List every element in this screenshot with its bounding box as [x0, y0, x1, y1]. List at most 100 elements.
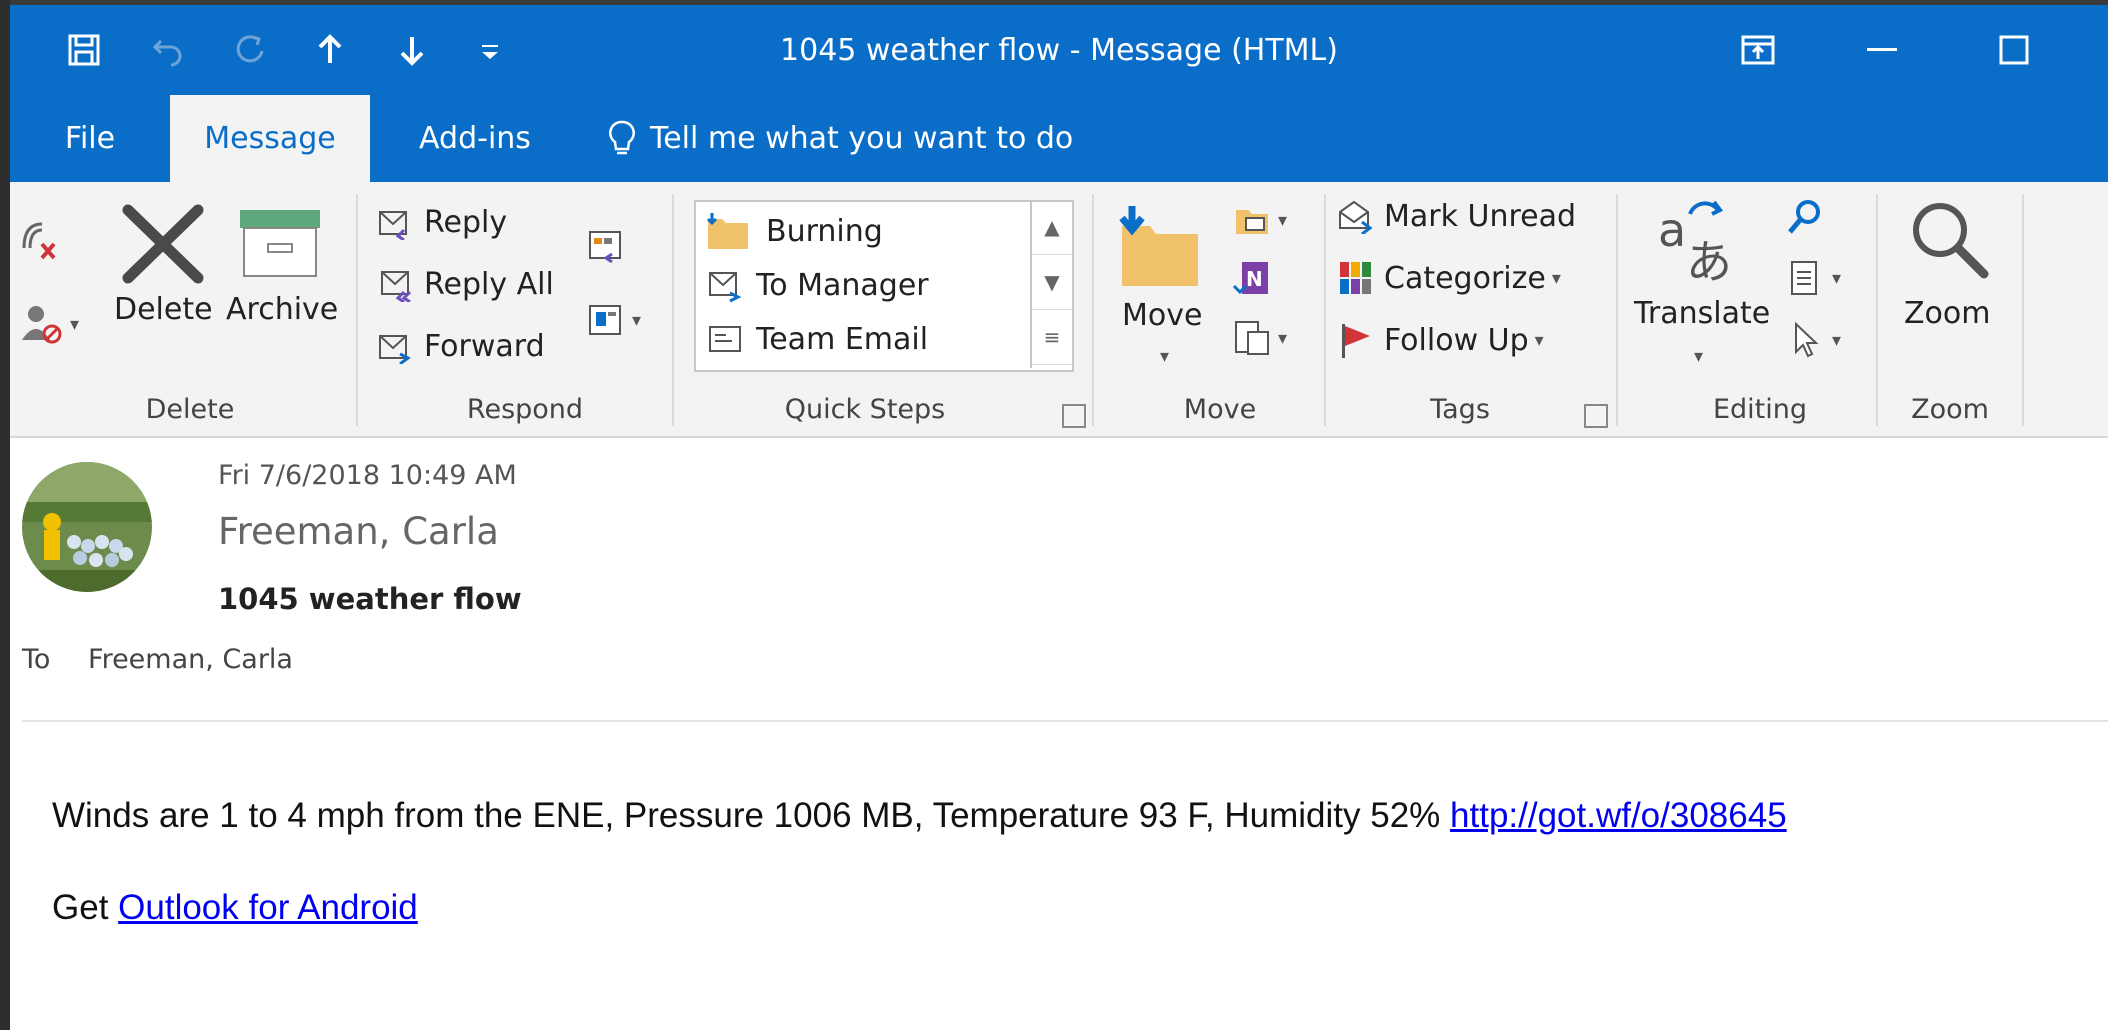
group-separator — [2022, 194, 2024, 426]
translate-dropdown-icon[interactable]: ▾ — [1694, 346, 1703, 367]
outlook-android-link[interactable]: Outlook for Android — [118, 888, 418, 927]
window-frame-left — [0, 0, 10, 1030]
translate-icon: aあ — [1658, 200, 1732, 289]
to-label: To — [22, 644, 51, 675]
quick-step-label: Burning — [766, 213, 883, 249]
magnifier-icon — [1913, 203, 1989, 279]
ignore-icon[interactable] — [20, 218, 64, 266]
mark-unread-button[interactable]: Mark Unread — [1336, 196, 1576, 236]
message-sender[interactable]: Freeman, Carla — [218, 510, 499, 553]
tags-launcher-icon[interactable] — [1584, 404, 1608, 428]
ribbon-tab-row: File Message Add-ins Tell me what you wa… — [10, 95, 2108, 182]
group-label-respond: Respond — [466, 394, 584, 425]
forward-button[interactable]: Forward — [376, 326, 545, 366]
group-separator — [1324, 194, 1326, 426]
onenote-icon[interactable]: N — [1232, 258, 1272, 302]
group-label-zoom: Zoom — [1911, 394, 1989, 425]
weather-link[interactable]: http://got.wf/o/308645 — [1450, 796, 1787, 835]
group-separator — [356, 194, 358, 426]
tab-message[interactable]: Message — [170, 95, 370, 182]
tell-me-label: Tell me what you want to do — [650, 121, 1074, 156]
more-respond-icon[interactable]: ▾ — [586, 300, 641, 340]
group-separator — [1616, 194, 1618, 426]
translate-label: Translate — [1634, 296, 1771, 331]
group-separator — [1876, 194, 1878, 426]
up-arrow-icon[interactable] — [308, 25, 352, 75]
minimize-icon[interactable] — [1842, 20, 1922, 80]
message-recipient[interactable]: Freeman, Carla — [88, 644, 293, 675]
reply-icon — [379, 211, 407, 240]
rules-icon[interactable]: ▾ — [1232, 200, 1287, 240]
forward-label: Forward — [424, 328, 545, 364]
reply-all-label: Reply All — [424, 266, 554, 302]
zoom-label: Zoom — [1904, 296, 1991, 331]
select-cursor-icon[interactable]: ▾ — [1786, 320, 1841, 360]
junk-icon[interactable]: ▾ — [20, 302, 79, 346]
tell-me-search[interactable]: Tell me what you want to do — [608, 95, 1073, 182]
scroll-up-icon[interactable]: ▲ — [1032, 200, 1072, 255]
message-signature: Get Outlook for Android — [52, 888, 418, 928]
svg-text:N: N — [1246, 267, 1263, 291]
maximize-icon[interactable] — [1974, 20, 2054, 80]
mark-unread-label: Mark Unread — [1384, 198, 1577, 234]
undo-icon[interactable] — [146, 25, 190, 75]
down-arrow-icon[interactable] — [390, 25, 434, 75]
save-icon[interactable] — [62, 25, 106, 75]
mark-unread-icon — [1339, 200, 1373, 234]
group-separator — [672, 194, 674, 426]
forward-icon — [379, 335, 411, 364]
archive-label: Archive — [226, 292, 339, 327]
reply-all-button[interactable]: Reply All — [376, 264, 554, 304]
ribbon-display-options-icon[interactable] — [1718, 20, 1798, 80]
reply-button[interactable]: Reply — [376, 202, 507, 242]
signature-prefix: Get — [52, 888, 109, 927]
group-label-quick-steps: Quick Steps — [784, 394, 946, 425]
group-separator — [1092, 194, 1094, 426]
move-label: Move — [1122, 298, 1203, 333]
message-body-line: Winds are 1 to 4 mph from the ENE, Press… — [52, 796, 1787, 836]
find-icon[interactable] — [1786, 198, 1826, 242]
translate-button[interactable]: aあ — [1656, 196, 1740, 290]
message-body-text: Winds are 1 to 4 mph from the ENE, Press… — [52, 796, 1441, 835]
svg-text:あ: あ — [1686, 235, 1732, 286]
actions-icon[interactable]: ▾ — [1232, 318, 1287, 358]
quick-step-to-manager[interactable]: To Manager — [706, 260, 929, 310]
tab-add-ins[interactable]: Add-ins — [390, 95, 560, 182]
header-divider — [22, 720, 2108, 722]
archive-button[interactable] — [238, 208, 322, 282]
delete-label: Delete — [114, 292, 213, 327]
quick-steps-launcher-icon[interactable] — [1062, 404, 1086, 428]
avatar — [22, 462, 152, 592]
group-label-tags: Tags — [1430, 394, 1490, 425]
delete-icon — [122, 204, 204, 284]
group-label-move: Move — [1183, 394, 1257, 425]
reply-label: Reply — [424, 204, 508, 240]
follow-up-button[interactable]: Follow Up ▾ — [1336, 320, 1544, 360]
scroll-down-icon[interactable]: ▼ — [1032, 255, 1072, 310]
related-icon[interactable]: ▾ — [1786, 258, 1841, 298]
quick-step-burning[interactable]: Burning — [706, 206, 883, 256]
meeting-icon[interactable] — [586, 224, 626, 268]
delete-button[interactable] — [118, 204, 208, 288]
tab-file[interactable]: File — [30, 95, 150, 182]
customize-icon[interactable] — [468, 25, 512, 75]
quick-step-team-email[interactable]: Team Email — [706, 314, 928, 364]
gallery-more-icon[interactable]: ≡ — [1032, 310, 1072, 365]
quick-steps-scroller: ▲ ▼ ≡ — [1030, 200, 1072, 368]
zoom-button[interactable] — [1908, 198, 1992, 286]
group-label-editing: Editing — [1712, 394, 1808, 425]
reply-all-icon — [381, 271, 412, 302]
categorize-button[interactable]: Categorize ▾ — [1336, 258, 1561, 298]
move-dropdown-icon[interactable]: ▾ — [1160, 346, 1169, 367]
message-subject: 1045 weather flow — [218, 582, 522, 616]
follow-up-label: Follow Up — [1384, 322, 1529, 358]
folder-icon — [706, 213, 748, 249]
group-label-delete: Delete — [145, 394, 235, 425]
forward-mail-icon — [709, 272, 742, 303]
title-bar: 1045 weather flow - Message (HTML) — [10, 5, 2108, 95]
redo-icon[interactable] — [228, 25, 272, 75]
categorize-icon — [1340, 262, 1371, 294]
archive-icon — [240, 210, 320, 277]
folder-move-icon — [1119, 206, 1198, 286]
move-button[interactable] — [1114, 202, 1204, 296]
